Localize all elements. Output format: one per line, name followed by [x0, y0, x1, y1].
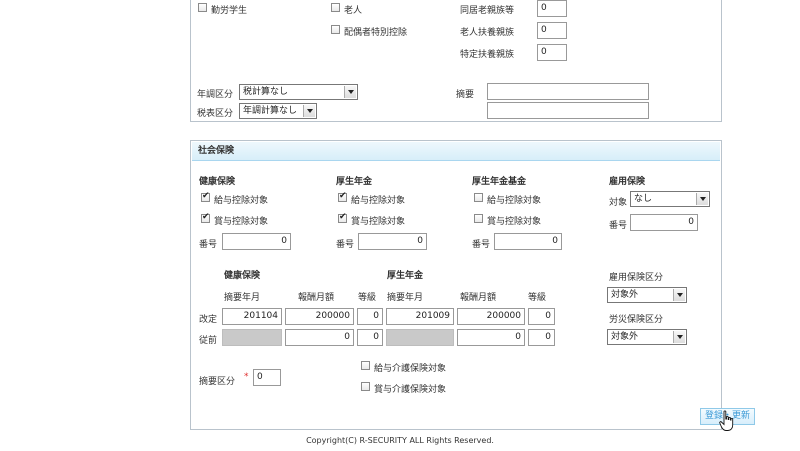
col-amount-kosei: 報酬月額	[460, 293, 497, 303]
juzen-kenko-month-disabled	[222, 329, 282, 346]
haigusha-tokubetsu-checkbox[interactable]	[331, 25, 340, 34]
kaigo-kyuyo-label: 給与介護保険対象	[374, 364, 447, 374]
nencho-select[interactable]: 税計算なし	[239, 84, 358, 100]
dokyo-rojin-label: 同居老親族等	[460, 6, 515, 16]
col-month-kenko: 摘要年月	[224, 293, 261, 303]
chevron-down-icon	[673, 289, 685, 301]
kaitei-kenko-grade-input[interactable]: 0	[357, 308, 383, 325]
kenko-bango-input[interactable]: 0	[222, 233, 291, 250]
kenko-kyuyo-checkbox[interactable]	[201, 191, 210, 202]
kikin-bango-label: 番号	[472, 240, 491, 250]
kaigo-shoyo-label: 賞与介護保険対象	[374, 385, 447, 395]
chevron-down-icon	[696, 193, 708, 205]
juzen-kosei-amount-input[interactable]: 0	[457, 329, 525, 346]
rosai-kubun-label: 労災保険区分	[609, 315, 664, 325]
chevron-down-icon	[673, 331, 685, 343]
kosei-kyuyo-label: 給与控除対象	[351, 196, 406, 206]
haigusha-tokubetsu-label: 配偶者特別控除	[344, 28, 408, 38]
koyo-title: 雇用保険	[609, 177, 646, 187]
kosei-bango-label: 番号	[336, 240, 355, 250]
kaigo-shoyo-checkbox[interactable]	[361, 382, 370, 391]
kaitei-kosei-amount-input[interactable]: 200000	[457, 308, 525, 325]
juzen-kenko-grade-input[interactable]: 0	[357, 329, 383, 346]
koyo-kubun-select[interactable]: 対象外	[607, 287, 687, 303]
col-month-kosei: 摘要年月	[387, 293, 424, 303]
zeihyo-value: 年調計算なし	[243, 106, 298, 116]
grid-kenko-title: 健康保険	[224, 271, 261, 281]
col-grade-kenko: 等級	[358, 293, 377, 303]
kikin-kyuyo-label: 給与控除対象	[487, 196, 542, 206]
kaitei-kosei-month-input[interactable]: 201009	[386, 308, 454, 325]
rosai-kubun-select[interactable]: 対象外	[607, 329, 687, 345]
koyo-kubun-label: 雇用保険区分	[609, 273, 664, 283]
juzen-kenko-amount-input[interactable]: 0	[285, 329, 354, 346]
required-marker: *	[244, 372, 249, 382]
kaitei-kenko-amount-input[interactable]: 200000	[285, 308, 354, 325]
chevron-down-icon	[303, 105, 315, 117]
tekiyo-input-2[interactable]	[487, 102, 649, 119]
koyo-bango-label: 番号	[609, 221, 628, 231]
tekiyo-kubun-label: 摘要区分	[199, 377, 236, 387]
col-grade-kosei: 等級	[528, 293, 547, 303]
kenko-bango-label: 番号	[199, 240, 218, 250]
kikin-shoyo-label: 賞与控除対象	[487, 217, 542, 227]
row-kaitei-label: 改定	[199, 315, 218, 325]
koyo-taisho-label: 対象	[609, 198, 628, 208]
zeihyo-select[interactable]: 年調計算なし	[239, 103, 317, 119]
kenko-title: 健康保険	[199, 177, 236, 187]
kenko-kyuyo-label: 給与控除対象	[214, 196, 269, 206]
chevron-down-icon	[344, 86, 356, 98]
kikin-kyuyo-checkbox[interactable]	[474, 193, 483, 202]
grid-kosei-title: 厚生年金	[387, 271, 424, 281]
kenko-shoyo-checkbox[interactable]	[201, 212, 210, 223]
nencho-value: 税計算なし	[243, 87, 289, 97]
rojin-fuyo-label: 老人扶養親族	[460, 28, 515, 38]
tekiyo-kubun-input[interactable]: 0	[253, 369, 281, 386]
kosei-title: 厚生年金	[336, 177, 373, 187]
tekiyo-input-1[interactable]	[487, 83, 649, 100]
dokyo-rojin-input[interactable]: 0	[537, 0, 567, 17]
juzen-kosei-grade-input[interactable]: 0	[528, 329, 555, 346]
rojin-checkbox[interactable]	[331, 3, 340, 12]
zeihyo-label: 税表区分	[197, 109, 234, 119]
kosei-bango-input[interactable]: 0	[358, 233, 427, 250]
kaigo-kyuyo-checkbox[interactable]	[361, 361, 370, 370]
kosei-shoyo-label: 賞与控除対象	[351, 217, 406, 227]
rosai-kubun-value: 対象外	[611, 332, 639, 342]
row-juzen-label: 従前	[199, 336, 218, 346]
rojin-fuyo-input[interactable]: 0	[537, 22, 567, 39]
tekiyo-label: 摘要	[456, 90, 475, 100]
hand-cursor-icon	[719, 410, 734, 431]
koyo-kubun-value: 対象外	[611, 290, 639, 300]
tokutei-fuyo-label: 特定扶養親族	[460, 50, 515, 60]
nencho-label: 年調区分	[197, 90, 234, 100]
kaitei-kenko-month-input[interactable]: 201104	[222, 308, 282, 325]
kosei-kyuyo-checkbox[interactable]	[338, 191, 347, 202]
koyo-taisho-value: なし	[634, 194, 653, 204]
juzen-kosei-month-disabled	[386, 329, 454, 346]
kinro-gakusei-label: 勤労学生	[211, 6, 248, 16]
koyo-bango-input[interactable]: 0	[630, 214, 698, 231]
kikin-title: 厚生年金基金	[472, 177, 527, 187]
kosei-shoyo-checkbox[interactable]	[338, 212, 347, 223]
footer-copyright: Copyright(C) R-SECURITY ALL Rights Reser…	[306, 436, 494, 445]
kinro-gakusei-checkbox[interactable]	[198, 3, 207, 12]
tokutei-fuyo-input[interactable]: 0	[537, 44, 567, 61]
kaitei-kosei-grade-input[interactable]: 0	[528, 308, 555, 325]
kikin-shoyo-checkbox[interactable]	[474, 214, 483, 223]
koyo-taisho-select[interactable]: なし	[630, 191, 710, 207]
col-amount-kenko: 報酬月額	[298, 293, 335, 303]
kikin-bango-input[interactable]: 0	[494, 233, 562, 250]
section-title: 社会保険	[192, 142, 720, 161]
kenko-shoyo-label: 賞与控除対象	[214, 217, 269, 227]
rojin-label: 老人	[344, 6, 363, 16]
